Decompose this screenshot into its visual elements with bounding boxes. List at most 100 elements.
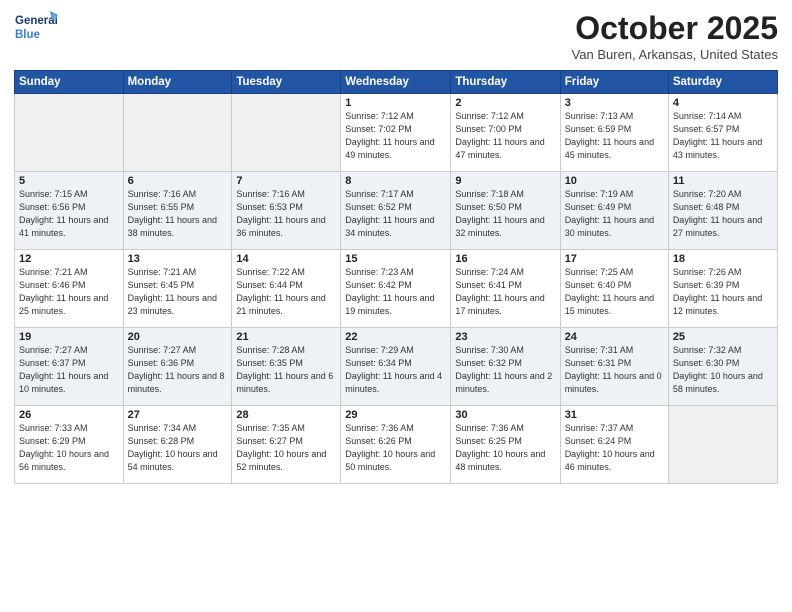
day-info: Sunrise: 7:12 AM Sunset: 7:02 PM Dayligh… xyxy=(345,110,446,162)
daylight-label: Daylight: 11 hours and 17 minutes. xyxy=(455,293,544,316)
header-row: Sunday Monday Tuesday Wednesday Thursday… xyxy=(15,71,778,94)
day-info: Sunrise: 7:21 AM Sunset: 6:45 PM Dayligh… xyxy=(128,266,228,318)
sunrise-label: Sunrise: 7:23 AM xyxy=(345,267,414,277)
sunrise-label: Sunrise: 7:17 AM xyxy=(345,189,414,199)
daylight-label: Daylight: 11 hours and 6 minutes. xyxy=(236,371,333,394)
col-sunday: Sunday xyxy=(15,71,124,94)
daylight-label: Daylight: 11 hours and 38 minutes. xyxy=(128,215,217,238)
sunset-label: Sunset: 6:28 PM xyxy=(128,436,195,446)
day-info: Sunrise: 7:15 AM Sunset: 6:56 PM Dayligh… xyxy=(19,188,119,240)
sunrise-label: Sunrise: 7:28 AM xyxy=(236,345,305,355)
sunrise-label: Sunrise: 7:30 AM xyxy=(455,345,524,355)
location: Van Buren, Arkansas, United States xyxy=(572,47,778,62)
sunset-label: Sunset: 6:59 PM xyxy=(565,124,632,134)
daylight-label: Daylight: 11 hours and 25 minutes. xyxy=(19,293,108,316)
day-info: Sunrise: 7:27 AM Sunset: 6:37 PM Dayligh… xyxy=(19,344,119,396)
daylight-label: Daylight: 11 hours and 21 minutes. xyxy=(236,293,325,316)
sunset-label: Sunset: 6:42 PM xyxy=(345,280,412,290)
table-row: 7 Sunrise: 7:16 AM Sunset: 6:53 PM Dayli… xyxy=(232,172,341,250)
day-info: Sunrise: 7:29 AM Sunset: 6:34 PM Dayligh… xyxy=(345,344,446,396)
table-row: 10 Sunrise: 7:19 AM Sunset: 6:49 PM Dayl… xyxy=(560,172,668,250)
sunrise-label: Sunrise: 7:15 AM xyxy=(19,189,88,199)
calendar-week-row: 5 Sunrise: 7:15 AM Sunset: 6:56 PM Dayli… xyxy=(15,172,778,250)
day-number: 23 xyxy=(455,331,555,343)
sunset-label: Sunset: 6:49 PM xyxy=(565,202,632,212)
day-number: 3 xyxy=(565,97,664,109)
day-info: Sunrise: 7:23 AM Sunset: 6:42 PM Dayligh… xyxy=(345,266,446,318)
day-number: 2 xyxy=(455,97,555,109)
sunset-label: Sunset: 6:40 PM xyxy=(565,280,632,290)
table-row xyxy=(232,94,341,172)
table-row: 4 Sunrise: 7:14 AM Sunset: 6:57 PM Dayli… xyxy=(668,94,777,172)
table-row: 19 Sunrise: 7:27 AM Sunset: 6:37 PM Dayl… xyxy=(15,328,124,406)
sunrise-label: Sunrise: 7:20 AM xyxy=(673,189,742,199)
day-info: Sunrise: 7:14 AM Sunset: 6:57 PM Dayligh… xyxy=(673,110,773,162)
day-number: 29 xyxy=(345,409,446,421)
daylight-label: Daylight: 11 hours and 36 minutes. xyxy=(236,215,325,238)
sunset-label: Sunset: 6:25 PM xyxy=(455,436,522,446)
sunset-label: Sunset: 6:34 PM xyxy=(345,358,412,368)
page: General Blue October 2025 Van Buren, Ark… xyxy=(0,0,792,612)
calendar-week-row: 1 Sunrise: 7:12 AM Sunset: 7:02 PM Dayli… xyxy=(15,94,778,172)
day-number: 22 xyxy=(345,331,446,343)
table-row xyxy=(15,94,124,172)
day-info: Sunrise: 7:21 AM Sunset: 6:46 PM Dayligh… xyxy=(19,266,119,318)
sunset-label: Sunset: 6:26 PM xyxy=(345,436,412,446)
sunset-label: Sunset: 6:48 PM xyxy=(673,202,740,212)
table-row: 23 Sunrise: 7:30 AM Sunset: 6:32 PM Dayl… xyxy=(451,328,560,406)
table-row: 24 Sunrise: 7:31 AM Sunset: 6:31 PM Dayl… xyxy=(560,328,668,406)
day-number: 13 xyxy=(128,253,228,265)
sunrise-label: Sunrise: 7:34 AM xyxy=(128,423,197,433)
table-row: 9 Sunrise: 7:18 AM Sunset: 6:50 PM Dayli… xyxy=(451,172,560,250)
calendar-week-row: 12 Sunrise: 7:21 AM Sunset: 6:46 PM Dayl… xyxy=(15,250,778,328)
sunrise-label: Sunrise: 7:16 AM xyxy=(236,189,305,199)
day-info: Sunrise: 7:36 AM Sunset: 6:26 PM Dayligh… xyxy=(345,422,446,474)
day-info: Sunrise: 7:13 AM Sunset: 6:59 PM Dayligh… xyxy=(565,110,664,162)
daylight-label: Daylight: 11 hours and 23 minutes. xyxy=(128,293,217,316)
daylight-label: Daylight: 10 hours and 56 minutes. xyxy=(19,449,109,472)
sunrise-label: Sunrise: 7:18 AM xyxy=(455,189,524,199)
day-number: 6 xyxy=(128,175,228,187)
day-info: Sunrise: 7:19 AM Sunset: 6:49 PM Dayligh… xyxy=(565,188,664,240)
daylight-label: Daylight: 11 hours and 8 minutes. xyxy=(128,371,225,394)
table-row: 8 Sunrise: 7:17 AM Sunset: 6:52 PM Dayli… xyxy=(341,172,451,250)
table-row: 6 Sunrise: 7:16 AM Sunset: 6:55 PM Dayli… xyxy=(123,172,232,250)
sunset-label: Sunset: 6:50 PM xyxy=(455,202,522,212)
day-number: 31 xyxy=(565,409,664,421)
daylight-label: Daylight: 10 hours and 48 minutes. xyxy=(455,449,545,472)
day-number: 15 xyxy=(345,253,446,265)
sunrise-label: Sunrise: 7:26 AM xyxy=(673,267,742,277)
table-row: 21 Sunrise: 7:28 AM Sunset: 6:35 PM Dayl… xyxy=(232,328,341,406)
table-row: 11 Sunrise: 7:20 AM Sunset: 6:48 PM Dayl… xyxy=(668,172,777,250)
col-friday: Friday xyxy=(560,71,668,94)
sunset-label: Sunset: 6:44 PM xyxy=(236,280,303,290)
daylight-label: Daylight: 11 hours and 49 minutes. xyxy=(345,137,434,160)
daylight-label: Daylight: 10 hours and 54 minutes. xyxy=(128,449,218,472)
table-row: 20 Sunrise: 7:27 AM Sunset: 6:36 PM Dayl… xyxy=(123,328,232,406)
day-info: Sunrise: 7:28 AM Sunset: 6:35 PM Dayligh… xyxy=(236,344,336,396)
day-info: Sunrise: 7:27 AM Sunset: 6:36 PM Dayligh… xyxy=(128,344,228,396)
day-info: Sunrise: 7:34 AM Sunset: 6:28 PM Dayligh… xyxy=(128,422,228,474)
sunrise-label: Sunrise: 7:25 AM xyxy=(565,267,634,277)
sunset-label: Sunset: 6:37 PM xyxy=(19,358,86,368)
calendar-week-row: 19 Sunrise: 7:27 AM Sunset: 6:37 PM Dayl… xyxy=(15,328,778,406)
day-info: Sunrise: 7:31 AM Sunset: 6:31 PM Dayligh… xyxy=(565,344,664,396)
day-number: 21 xyxy=(236,331,336,343)
table-row: 31 Sunrise: 7:37 AM Sunset: 6:24 PM Dayl… xyxy=(560,406,668,484)
sunrise-label: Sunrise: 7:12 AM xyxy=(455,111,524,121)
sunset-label: Sunset: 6:36 PM xyxy=(128,358,195,368)
svg-text:Blue: Blue xyxy=(15,29,40,41)
sunrise-label: Sunrise: 7:27 AM xyxy=(128,345,197,355)
sunrise-label: Sunrise: 7:13 AM xyxy=(565,111,634,121)
day-number: 7 xyxy=(236,175,336,187)
daylight-label: Daylight: 11 hours and 0 minutes. xyxy=(565,371,662,394)
table-row xyxy=(123,94,232,172)
sunrise-label: Sunrise: 7:22 AM xyxy=(236,267,305,277)
sunset-label: Sunset: 6:46 PM xyxy=(19,280,86,290)
table-row: 2 Sunrise: 7:12 AM Sunset: 7:00 PM Dayli… xyxy=(451,94,560,172)
logo: General Blue xyxy=(14,10,58,46)
day-number: 14 xyxy=(236,253,336,265)
sunrise-label: Sunrise: 7:21 AM xyxy=(19,267,88,277)
table-row: 28 Sunrise: 7:35 AM Sunset: 6:27 PM Dayl… xyxy=(232,406,341,484)
sunrise-label: Sunrise: 7:37 AM xyxy=(565,423,634,433)
